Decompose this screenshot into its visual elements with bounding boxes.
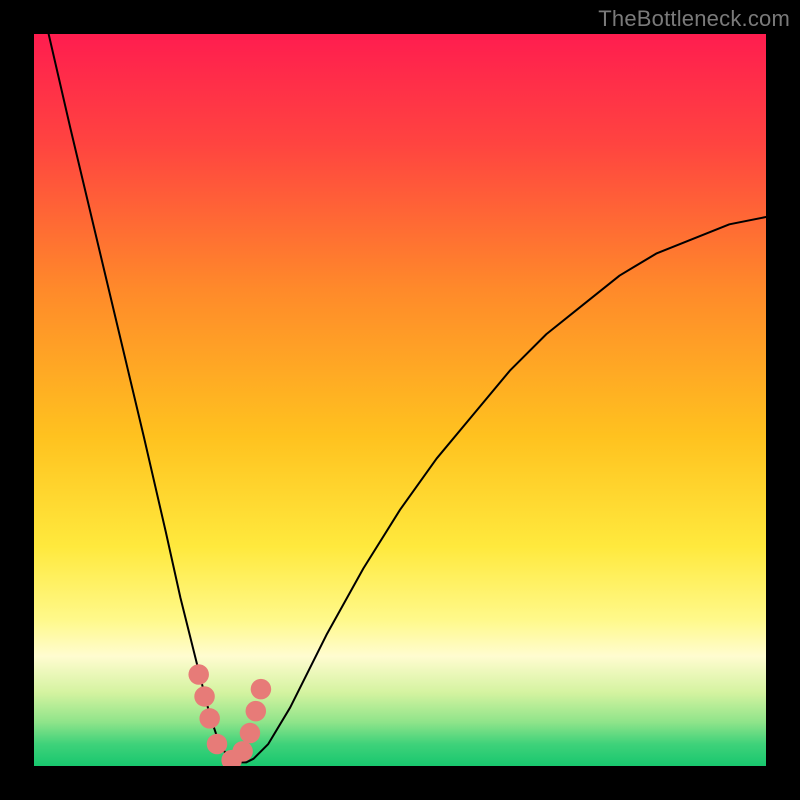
plot-area [34, 34, 766, 766]
chart-frame: TheBottleneck.com [0, 0, 800, 800]
curve-marker [194, 686, 214, 706]
curve-marker [251, 679, 271, 699]
curve-marker [240, 723, 260, 743]
curve-marker [199, 708, 219, 728]
bottleneck-curve [34, 34, 766, 766]
curve-marker [232, 741, 252, 761]
watermark-text: TheBottleneck.com [598, 6, 790, 32]
curve-marker [188, 664, 208, 684]
curve-markers [188, 664, 271, 766]
curve-marker [246, 701, 266, 721]
curve-marker [207, 734, 227, 754]
